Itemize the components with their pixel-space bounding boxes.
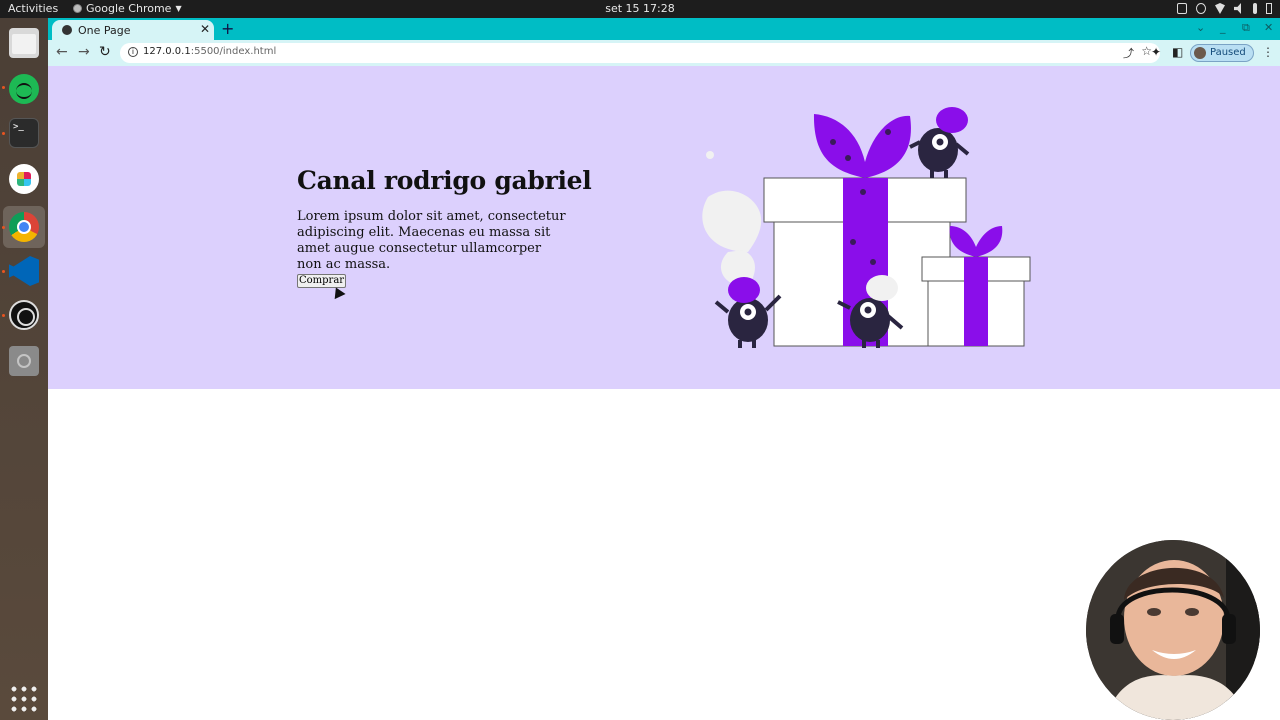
presenter-video-icon — [1086, 540, 1260, 720]
profile-button[interactable]: Paused — [1190, 44, 1254, 62]
tab-search-icon[interactable]: ⌄ — [1196, 21, 1205, 34]
side-panel-icon[interactable]: ◧ — [1172, 45, 1183, 59]
gift-boxes-illustration — [702, 107, 1031, 348]
extensions-puzzle-icon[interactable]: ✦ — [1151, 45, 1161, 59]
url-text[interactable]: 127.0.0.1:5500/index.html — [143, 46, 276, 57]
tab-one-page[interactable]: One Page ✕ — [52, 20, 214, 40]
files-icon[interactable] — [9, 28, 39, 58]
reload-icon[interactable]: ↻ — [99, 45, 111, 59]
running-indicator — [2, 314, 5, 317]
close-window-icon[interactable]: ✕ — [1264, 21, 1273, 34]
system-top-bar: Activities Google Chrome ▼ set 15 17:28 — [0, 0, 1280, 18]
avatar — [1194, 47, 1206, 59]
share-icon[interactable]: ⤴ — [1123, 45, 1134, 61]
obs-icon[interactable] — [9, 300, 39, 330]
profile-status: Paused — [1210, 47, 1246, 58]
slack-icon[interactable] — [9, 164, 39, 194]
url-host: 127.0.0.1 — [143, 46, 191, 57]
restore-icon[interactable]: ⧉ — [1242, 21, 1250, 35]
close-tab-icon[interactable]: ✕ — [200, 22, 210, 36]
running-indicator — [2, 226, 5, 229]
dock: >_ — [0, 18, 48, 720]
disc-icon[interactable] — [9, 346, 39, 376]
screenshot-icon[interactable] — [1177, 3, 1187, 14]
chrome-indicator-icon[interactable] — [1196, 3, 1206, 14]
back-arrow-icon[interactable]: ← — [56, 45, 68, 59]
hero-title: Canal rodrigo gabriel — [297, 166, 592, 195]
forward-arrow-icon[interactable]: → — [78, 45, 90, 59]
apps-grid-icon[interactable] — [9, 684, 39, 714]
microphone-icon[interactable] — [1253, 3, 1257, 14]
chrome-icon[interactable] — [9, 212, 39, 242]
running-indicator — [2, 86, 5, 89]
new-tab-button[interactable]: + — [221, 19, 234, 38]
info-icon[interactable]: i — [128, 47, 138, 57]
address-bar[interactable]: i 127.0.0.1:5500/index.html ⤴ ☆ — [120, 43, 1160, 63]
webcam-overlay — [1086, 540, 1260, 720]
minimize-icon[interactable]: _ — [1220, 21, 1226, 34]
volume-icon[interactable] — [1234, 3, 1241, 14]
vscode-icon[interactable] — [9, 256, 39, 286]
spotify-icon[interactable] — [9, 74, 39, 104]
hero-paragraph: Lorem ipsum dolor sit amet, consectetur … — [297, 209, 566, 272]
terminal-glyph: >_ — [13, 122, 24, 132]
system-tray[interactable] — [1177, 3, 1272, 14]
battery-icon[interactable] — [1266, 3, 1272, 14]
terminal-icon[interactable]: >_ — [9, 118, 39, 148]
hero-section: Canal rodrigo gabriel Lorem ipsum dolor … — [48, 66, 1280, 389]
url-path: :5500/index.html — [190, 46, 277, 57]
menu-kebab-icon[interactable]: ⋮ — [1262, 45, 1274, 59]
running-indicator — [2, 270, 5, 273]
running-indicator — [2, 132, 5, 135]
clock[interactable]: set 15 17:28 — [0, 2, 1280, 15]
globe-icon — [62, 25, 72, 35]
browser-toolbar: ← → ↻ i 127.0.0.1:5500/index.html ⤴ ☆ ✦ … — [48, 40, 1280, 66]
wifi-icon[interactable] — [1215, 3, 1225, 14]
tab-strip: One Page ✕ + ⌄ _ ⧉ ✕ — [48, 18, 1280, 40]
tab-title: One Page — [78, 24, 131, 37]
